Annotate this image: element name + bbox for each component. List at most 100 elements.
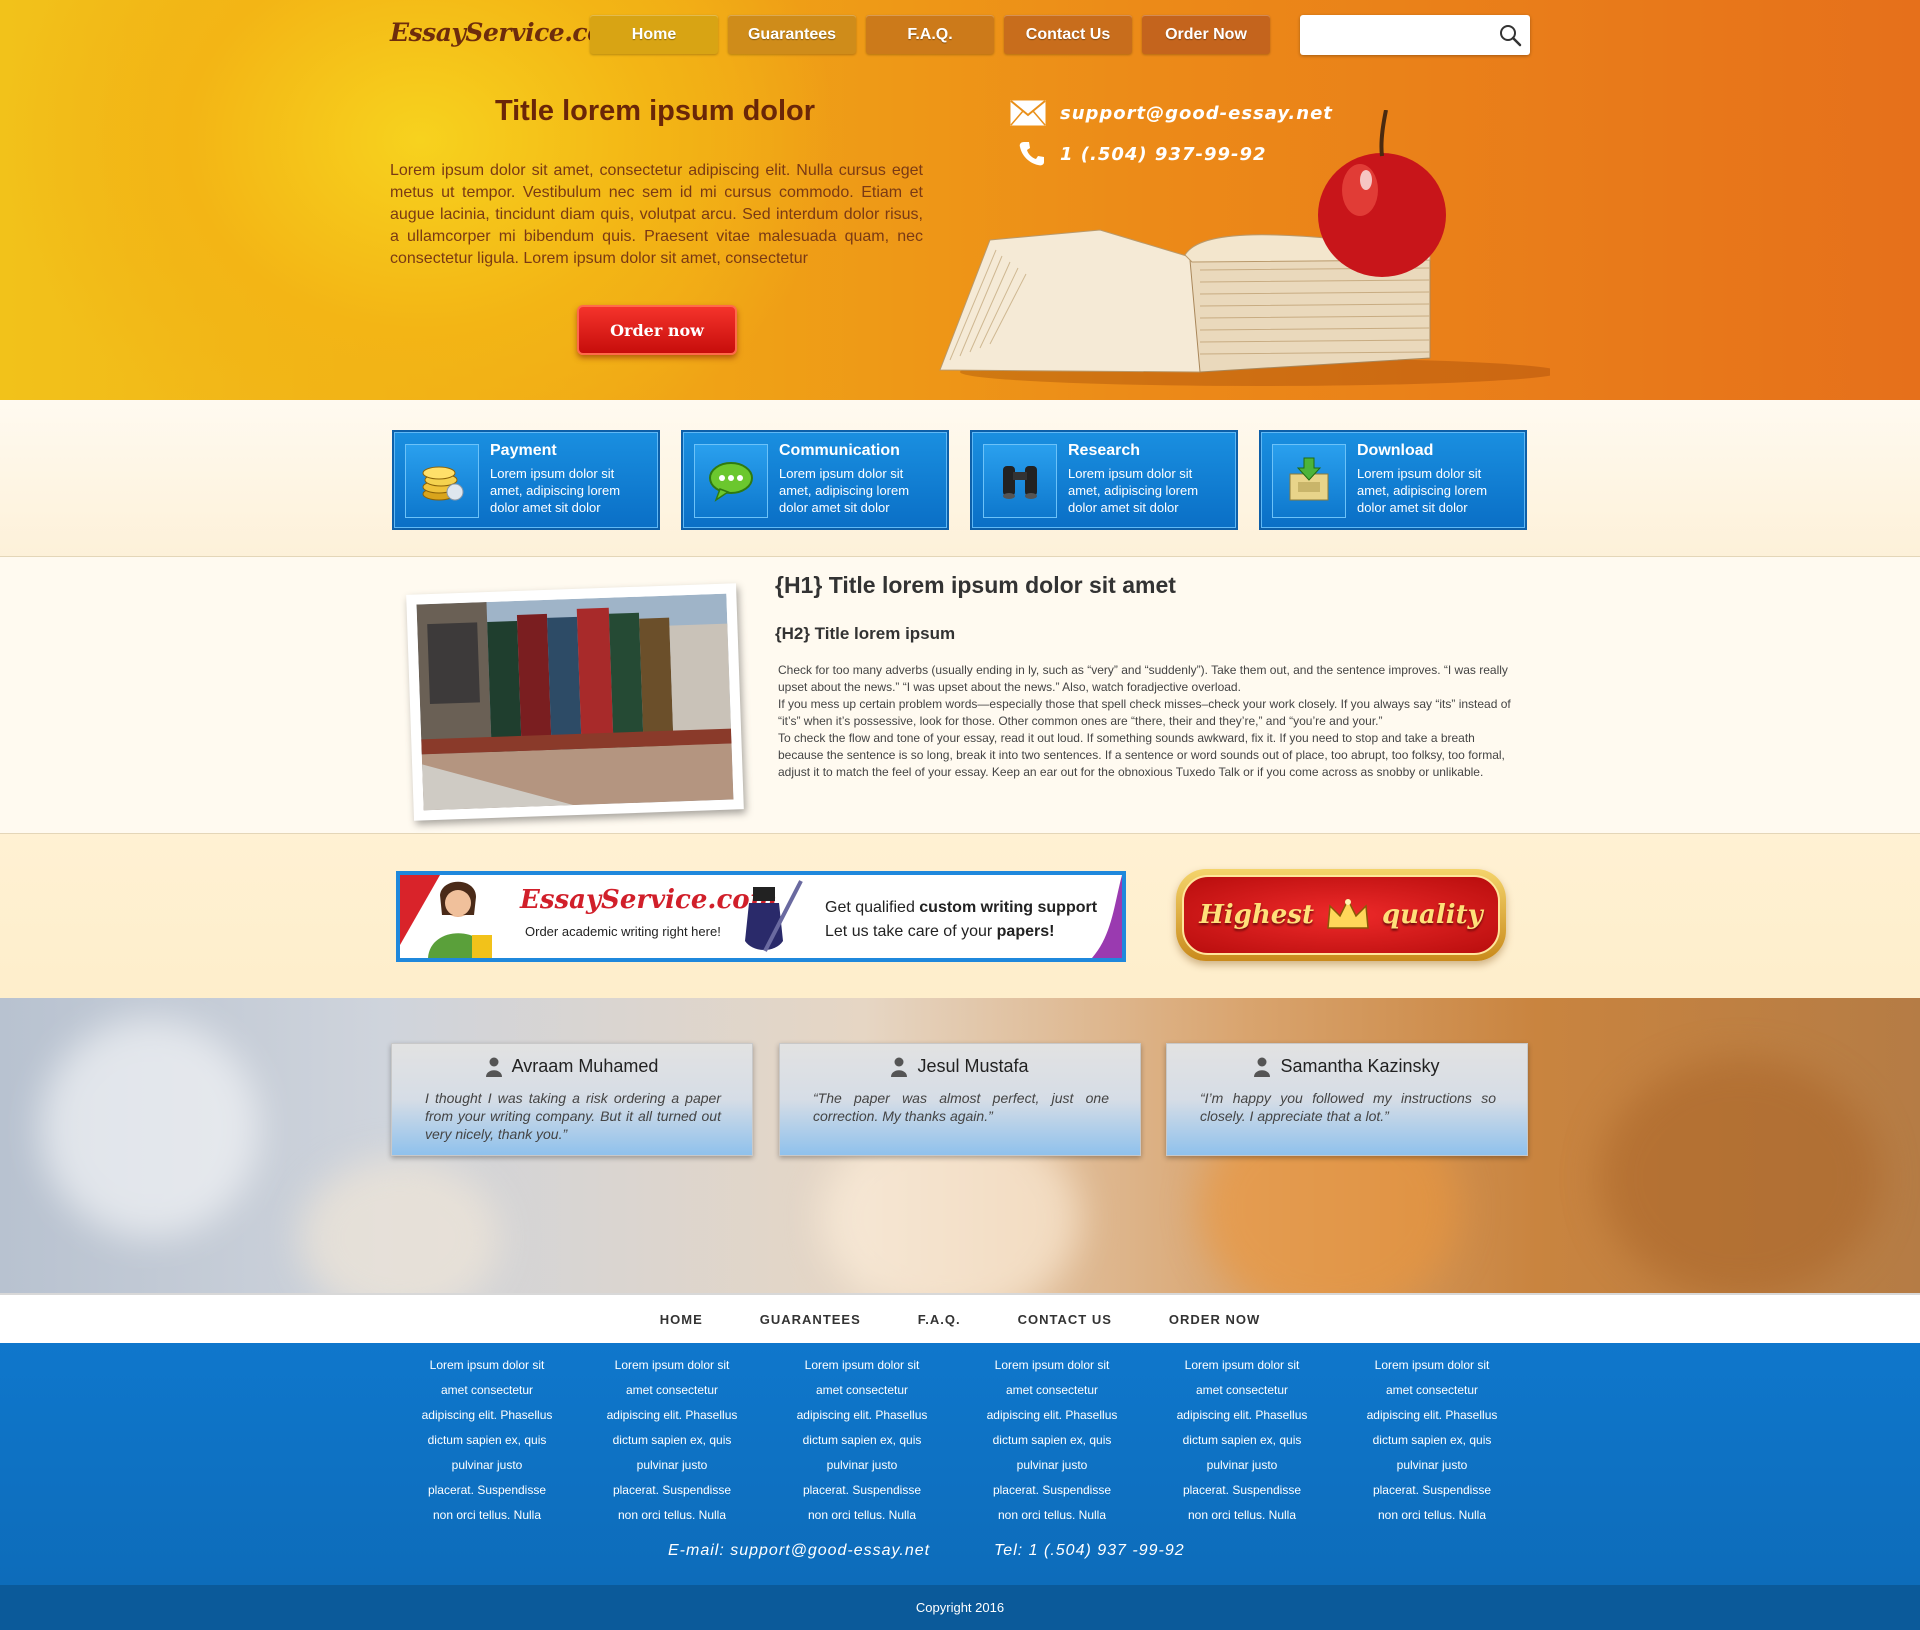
footer-link[interactable]: dictum sapien ex, quis (787, 1428, 937, 1453)
footer-link[interactable]: amet consectetur (597, 1378, 747, 1403)
footer-nav-contact[interactable]: CONTACT US (1018, 1312, 1112, 1327)
footer-link[interactable]: adipiscing elit. Phasellus (1357, 1403, 1507, 1428)
footer-nav-order[interactable]: ORDER NOW (1169, 1312, 1260, 1327)
footer-link[interactable]: placerat. Suspendisse (977, 1478, 1127, 1503)
footer-link[interactable]: amet consectetur (412, 1378, 562, 1403)
article-paragraph: Check for too many adverbs (usually endi… (778, 663, 1508, 694)
search-input[interactable] (1300, 15, 1480, 55)
footer-link[interactable]: amet consectetur (1167, 1378, 1317, 1403)
article-section: {H1} Title lorem ipsum dolor sit amet {H… (0, 557, 1920, 834)
banner-subtitle: Order academic writing right here! (525, 924, 721, 939)
footer-link[interactable]: non orci tellus. Nulla (1357, 1503, 1507, 1528)
copyright: Copyright 2016 (0, 1585, 1920, 1630)
footer-link[interactable]: pulvinar justo (1167, 1453, 1317, 1478)
chat-bubble-icon (709, 462, 753, 502)
footer-email[interactable]: E-mail: support@good-essay.net (668, 1542, 930, 1560)
footer-link[interactable]: non orci tellus. Nulla (597, 1503, 747, 1528)
nav-order-button[interactable]: Order Now (1142, 15, 1270, 54)
user-icon (891, 1057, 908, 1077)
footer-link[interactable]: dictum sapien ex, quis (1357, 1428, 1507, 1453)
nav-contact-button[interactable]: Contact Us (1004, 15, 1132, 54)
nav-faq-button[interactable]: F.A.Q. (866, 15, 994, 54)
footer-link[interactable]: Lorem ipsum dolor sit (787, 1353, 937, 1378)
footer-link[interactable]: Lorem ipsum dolor sit (412, 1353, 562, 1378)
feature-desc: Lorem ipsum dolor sit amet, adipiscing l… (779, 466, 910, 515)
search-icon[interactable] (1498, 23, 1522, 47)
quality-word-1: Highest (1199, 900, 1314, 930)
feature-desc: Lorem ipsum dolor sit amet, adipiscing l… (1357, 466, 1488, 515)
feature-payment[interactable]: Payment Lorem ipsum dolor sit amet, adip… (392, 430, 660, 530)
testimonial-name: Avraam Muhamed (511, 1056, 659, 1076)
footer-link[interactable]: placerat. Suspendisse (597, 1478, 747, 1503)
footer-nav: HOME GUARANTEES F.A.Q. CONTACT US ORDER … (0, 1293, 1920, 1343)
footer-link-column: Lorem ipsum dolor sit amet consectetur adi… (597, 1353, 747, 1528)
feature-communication[interactable]: Communication Lorem ipsum dolor sit amet… (681, 430, 949, 530)
footer-link[interactable]: pulvinar justo (787, 1453, 937, 1478)
footer-link[interactable]: non orci tellus. Nulla (977, 1503, 1127, 1528)
feature-title: Communication (779, 442, 900, 459)
footer-link[interactable]: non orci tellus. Nulla (1167, 1503, 1317, 1528)
footer-link[interactable]: adipiscing elit. Phasellus (977, 1403, 1127, 1428)
footer-link[interactable]: dictum sapien ex, quis (412, 1428, 562, 1453)
footer-link[interactable]: placerat. Suspendisse (1167, 1478, 1317, 1503)
footer-link[interactable]: adipiscing elit. Phasellus (412, 1403, 562, 1428)
footer-link-column: Lorem ipsum dolor sit amet consectetur adi… (1357, 1353, 1507, 1528)
footer-link[interactable]: pulvinar justo (977, 1453, 1127, 1478)
feature-research[interactable]: Research Lorem ipsum dolor sit amet, adi… (970, 430, 1238, 530)
footer-link[interactable]: non orci tellus. Nulla (412, 1503, 562, 1528)
footer-link-column: Lorem ipsum dolor sit amet consectetur adi… (412, 1353, 562, 1528)
testimonial-quote: I thought I was taking a risk ordering a… (425, 1090, 721, 1142)
footer-nav-guarantees[interactable]: GUARANTEES (760, 1312, 861, 1327)
feature-desc: Lorem ipsum dolor sit amet, adipiscing l… (1068, 466, 1199, 515)
footer-link[interactable]: placerat. Suspendisse (1357, 1478, 1507, 1503)
footer-link[interactable]: Lorem ipsum dolor sit (597, 1353, 747, 1378)
quality-word-2: quality (1381, 900, 1483, 930)
footer-link[interactable]: dictum sapien ex, quis (977, 1428, 1127, 1453)
nav-home-button[interactable]: Home (590, 15, 718, 54)
article-body: Check for too many adverbs (usually endi… (778, 662, 1516, 781)
feature-title: Research (1068, 442, 1141, 459)
banner-line-1: Get qualified custom writing support (825, 899, 1098, 916)
article-heading: {H1} Title lorem ipsum dolor sit amet (775, 572, 1176, 598)
footer-link[interactable]: amet consectetur (1357, 1378, 1507, 1403)
nav-guarantees-button[interactable]: Guarantees (728, 15, 856, 54)
feature-desc: Lorem ipsum dolor sit amet, adipiscing l… (490, 466, 621, 515)
testimonials-section: Avraam Muhamed I thought I was taking a … (0, 998, 1920, 1293)
hero-text: Lorem ipsum dolor sit amet, consectetur … (390, 162, 923, 267)
binoculars-icon (1003, 466, 1037, 499)
library-photo (406, 583, 744, 821)
footer-link[interactable]: Lorem ipsum dolor sit (1357, 1353, 1507, 1378)
footer-link[interactable]: adipiscing elit. Phasellus (787, 1403, 937, 1428)
highest-quality-badge[interactable]: Highest quality (1176, 869, 1506, 961)
footer-link[interactable]: pulvinar justo (1357, 1453, 1507, 1478)
footer-nav-home[interactable]: HOME (660, 1312, 703, 1327)
features-section: Payment Lorem ipsum dolor sit amet, adip… (0, 400, 1920, 557)
user-icon (1254, 1057, 1271, 1077)
banner-corner-decoration (1092, 875, 1122, 958)
footer-link-column: Lorem ipsum dolor sit amet consectetur adi… (977, 1353, 1127, 1528)
order-now-button[interactable]: Order now (577, 305, 737, 355)
footer-link[interactable]: pulvinar justo (412, 1453, 562, 1478)
feature-download[interactable]: Download Lorem ipsum dolor sit amet, adi… (1259, 430, 1527, 530)
footer-link[interactable]: Lorem ipsum dolor sit (1167, 1353, 1317, 1378)
feature-title: Download (1357, 442, 1434, 459)
footer-nav-faq[interactable]: F.A.Q. (918, 1312, 961, 1327)
promo-banner[interactable]: EssayService.com Order academic writing … (396, 871, 1126, 962)
hero-title: Title lorem ipsum dolor (494, 95, 816, 127)
footer-link-column: Lorem ipsum dolor sit amet consectetur adi… (787, 1353, 937, 1528)
footer-link[interactable]: amet consectetur (977, 1378, 1127, 1403)
ink-pen-icon (745, 880, 803, 952)
footer-link[interactable]: pulvinar justo (597, 1453, 747, 1478)
footer-link[interactable]: dictum sapien ex, quis (1167, 1428, 1317, 1453)
footer-link[interactable]: Lorem ipsum dolor sit (977, 1353, 1127, 1378)
banners-section: EssayService.com Order academic writing … (0, 834, 1920, 998)
footer-link[interactable]: placerat. Suspendisse (412, 1478, 562, 1503)
footer-link[interactable]: adipiscing elit. Phasellus (597, 1403, 747, 1428)
footer-link[interactable]: placerat. Suspendisse (787, 1478, 937, 1503)
footer-link[interactable]: non orci tellus. Nulla (787, 1503, 937, 1528)
hero-section: EssayService.com Home Guarantees F.A.Q. … (0, 0, 1920, 400)
footer-link[interactable]: dictum sapien ex, quis (597, 1428, 747, 1453)
footer-link[interactable]: amet consectetur (787, 1378, 937, 1403)
testimonial-card: Samantha Kazinsky “I’m happy you followe… (1166, 1043, 1528, 1156)
footer-link[interactable]: adipiscing elit. Phasellus (1167, 1403, 1317, 1428)
